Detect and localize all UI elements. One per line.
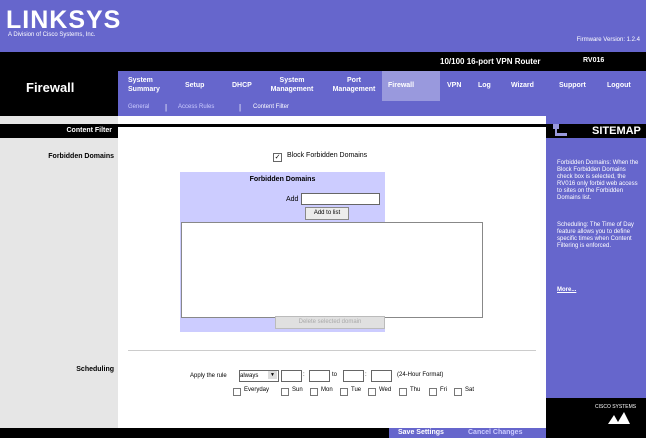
subtab-content-filter[interactable]: Content Filter xyxy=(253,104,289,110)
format-label: (24-Hour Format) xyxy=(397,372,444,378)
time-colon: : xyxy=(303,372,305,378)
to-label: to xyxy=(332,372,338,378)
rule-select-value: always xyxy=(240,373,259,379)
day-checkbox-sat[interactable] xyxy=(454,388,462,396)
page-title: Firewall xyxy=(26,80,75,95)
tab-setup[interactable]: Setup xyxy=(185,81,204,90)
more-link[interactable]: More... xyxy=(557,287,576,293)
tab-vpn[interactable]: VPN xyxy=(447,81,461,90)
chevron-down-icon[interactable]: ▼ xyxy=(268,371,277,379)
subtab-access-rules[interactable]: Access Rules xyxy=(178,104,214,110)
cisco-logo-text: CISCO SYSTEMS xyxy=(595,404,637,410)
model-number: RV016 xyxy=(583,57,605,64)
start-minute-input[interactable] xyxy=(309,370,330,382)
day-checkbox-tue[interactable] xyxy=(340,388,348,396)
tab-wizard[interactable]: Wizard xyxy=(511,81,534,90)
day-checkbox-thu[interactable] xyxy=(399,388,407,396)
tab-support[interactable]: Support xyxy=(559,81,586,90)
sitemap-title: SITEMAP xyxy=(592,125,641,137)
day-label: Sun xyxy=(292,387,303,393)
product-name: 10/100 16-port VPN Router xyxy=(440,57,541,66)
start-hour-input[interactable] xyxy=(281,370,302,382)
end-hour-input[interactable] xyxy=(343,370,364,382)
apply-rule-label: Apply the rule xyxy=(190,373,227,379)
subtab-separator: | xyxy=(165,103,168,112)
tab-log[interactable]: Log xyxy=(478,81,491,90)
firmware-version: Firmware Version: 1.2.4 xyxy=(576,37,640,43)
block-forbidden-checkbox[interactable]: ✓ xyxy=(273,153,282,162)
content-top-rule xyxy=(118,124,546,127)
save-settings-button[interactable]: Save Settings xyxy=(398,429,444,436)
day-label: Fri xyxy=(440,387,447,393)
time-colon: : xyxy=(365,372,367,378)
tab-dhcp[interactable]: DHCP xyxy=(232,81,252,90)
scheduling-label: Scheduling xyxy=(76,366,114,373)
day-checkbox-mon[interactable] xyxy=(310,388,318,396)
day-label: Thu xyxy=(410,387,421,393)
forbidden-domains-label: Forbidden Domains xyxy=(48,153,114,160)
day-label: Tue xyxy=(351,387,362,393)
day-label: Everyday xyxy=(244,387,270,393)
day-label: Wed xyxy=(379,387,392,393)
tab-port-management[interactable]: Port Management xyxy=(330,76,378,94)
day-label: Sat xyxy=(465,387,475,393)
logo-tagline: A Division of Cisco Systems, Inc. xyxy=(8,32,96,38)
domain-listbox[interactable] xyxy=(181,222,483,318)
day-label: Mon xyxy=(321,387,333,393)
subtab-general[interactable]: General xyxy=(128,104,149,110)
add-domain-input[interactable] xyxy=(301,193,380,205)
cancel-changes-button[interactable]: Cancel Changes xyxy=(468,429,522,436)
tab-firewall[interactable]: Firewall xyxy=(388,81,414,90)
day-checkbox-wed[interactable] xyxy=(368,388,376,396)
tab-logout[interactable]: Logout xyxy=(607,81,631,90)
day-checkbox-fri[interactable] xyxy=(429,388,437,396)
left-column xyxy=(0,116,118,428)
day-checkbox-everyday[interactable] xyxy=(233,388,241,396)
tab-system-summary[interactable]: System Summary xyxy=(128,76,168,94)
cisco-logo-icon xyxy=(546,398,646,428)
block-forbidden-label: Block Forbidden Domains xyxy=(287,152,368,159)
add-label: Add : xyxy=(286,196,303,203)
footer-bar xyxy=(0,428,646,438)
day-checkbox-sun[interactable] xyxy=(281,388,289,396)
sitemap-help-scheduling: Scheduling: The Time of Day feature allo… xyxy=(557,222,634,249)
panel-title: Forbidden Domains xyxy=(249,176,316,183)
subtab-separator: | xyxy=(239,103,242,112)
section-label: Content Filter xyxy=(66,127,113,134)
sitemap-icon xyxy=(553,124,567,136)
linksys-logo: LINKSYS xyxy=(6,6,122,34)
add-to-list-button[interactable]: Add to list xyxy=(305,207,349,220)
divider xyxy=(128,350,536,351)
delete-domain-button[interactable]: Delete selected domain xyxy=(275,316,385,329)
sitemap-help-forbidden: Forbidden Domains: When the Block Forbid… xyxy=(557,160,639,201)
tab-system-management[interactable]: System Management xyxy=(263,76,321,94)
product-bar xyxy=(118,52,646,71)
end-minute-input[interactable] xyxy=(371,370,392,382)
